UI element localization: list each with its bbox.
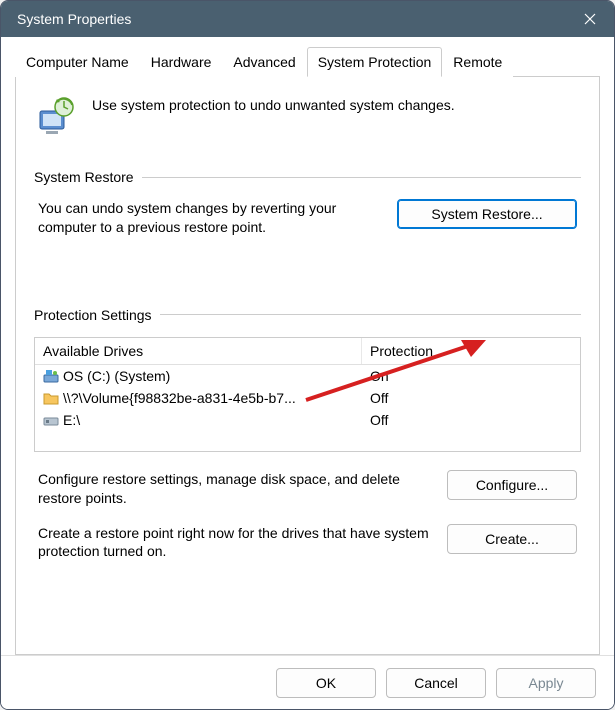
dialog-footer: OK Cancel Apply bbox=[1, 655, 614, 709]
configure-button[interactable]: Configure... bbox=[447, 470, 577, 500]
tab-panel: Use system protection to undo unwanted s… bbox=[15, 77, 600, 655]
cancel-button[interactable]: Cancel bbox=[386, 668, 486, 698]
restore-description: You can undo system changes by reverting… bbox=[38, 199, 381, 237]
group-header-protection: Protection Settings bbox=[34, 307, 581, 323]
protection-status: Off bbox=[362, 411, 580, 429]
table-row[interactable]: E:\ Off bbox=[35, 409, 580, 431]
column-drives[interactable]: Available Drives bbox=[35, 338, 362, 364]
create-description: Create a restore point right now for the… bbox=[38, 524, 431, 562]
configure-description: Configure restore settings, manage disk … bbox=[38, 470, 431, 508]
folder-icon bbox=[43, 390, 59, 406]
table-header: Available Drives Protection bbox=[35, 338, 580, 365]
window-title: System Properties bbox=[17, 11, 131, 27]
tab-computer-name[interactable]: Computer Name bbox=[15, 47, 140, 77]
table-row[interactable]: \\?\Volume{f98832be-a831-4e5b-b7... Off bbox=[35, 387, 580, 409]
column-protection[interactable]: Protection bbox=[362, 338, 580, 364]
drive-name: \\?\Volume{f98832be-a831-4e5b-b7... bbox=[63, 390, 296, 406]
tab-advanced[interactable]: Advanced bbox=[222, 47, 306, 77]
tab-remote[interactable]: Remote bbox=[442, 47, 513, 77]
group-system-restore: System Restore You can undo system chang… bbox=[34, 169, 581, 237]
divider bbox=[142, 177, 581, 178]
divider bbox=[160, 314, 581, 315]
tab-hardware[interactable]: Hardware bbox=[140, 47, 223, 77]
tab-strip: Computer Name Hardware Advanced System P… bbox=[15, 47, 600, 77]
table-body: OS (C:) (System) On \\?\Volume{f98832be-… bbox=[35, 365, 580, 451]
apply-button[interactable]: Apply bbox=[496, 668, 596, 698]
intro-row: Use system protection to undo unwanted s… bbox=[34, 95, 581, 139]
ok-button[interactable]: OK bbox=[276, 668, 376, 698]
protection-status: Off bbox=[362, 389, 580, 407]
create-button[interactable]: Create... bbox=[447, 524, 577, 554]
tab-system-protection[interactable]: System Protection bbox=[307, 47, 443, 77]
drive-icon bbox=[43, 412, 59, 428]
system-restore-button[interactable]: System Restore... bbox=[397, 199, 577, 229]
drive-name: OS (C:) (System) bbox=[63, 368, 170, 384]
group-header-restore: System Restore bbox=[34, 169, 581, 185]
protection-status: On bbox=[362, 367, 580, 385]
system-protection-icon bbox=[34, 95, 78, 139]
group-title-restore: System Restore bbox=[34, 169, 134, 185]
content-area: Computer Name Hardware Advanced System P… bbox=[1, 37, 614, 655]
system-properties-window: System Properties Computer Name Hardware… bbox=[0, 0, 615, 710]
table-row[interactable]: OS (C:) (System) On bbox=[35, 365, 580, 387]
group-title-protection: Protection Settings bbox=[34, 307, 152, 323]
drive-system-icon bbox=[43, 368, 59, 384]
close-icon bbox=[584, 13, 596, 25]
intro-text: Use system protection to undo unwanted s… bbox=[92, 95, 455, 113]
group-protection-settings: Protection Settings Available Drives Pro… bbox=[34, 307, 581, 562]
close-button[interactable] bbox=[566, 1, 614, 37]
titlebar: System Properties bbox=[1, 1, 614, 37]
drives-table[interactable]: Available Drives Protection OS (C:) (Sys… bbox=[34, 337, 581, 452]
drive-name: E:\ bbox=[63, 412, 80, 428]
